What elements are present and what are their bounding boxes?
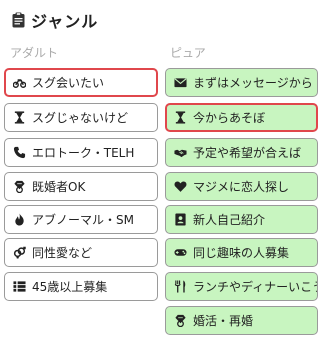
pure-column-label: ピュア: [170, 46, 206, 60]
genre-button-shinjin-shoukai[interactable]: 新人自己紹介: [165, 205, 318, 234]
page-title: ジャンル: [31, 12, 99, 31]
genre-button-label: 今からあそぼ: [193, 111, 266, 125]
genre-button-sugu-aitai[interactable]: スグ会いたい: [4, 68, 158, 97]
phone-icon: [13, 146, 26, 159]
genre-button-abnormal[interactable]: アブノーマル・SM: [4, 205, 158, 234]
genre-button-label: アブノーマル・SM: [32, 213, 134, 227]
genre-button-label: エロトーク・TELH: [32, 146, 135, 160]
clipboard-icon: [12, 12, 25, 28]
flame-icon: [13, 213, 26, 226]
list-icon: [13, 280, 26, 293]
genre-button-message-first[interactable]: まずはメッセージから: [165, 68, 318, 97]
genre-button-45-over[interactable]: 45歳以上募集: [4, 272, 158, 301]
genre-button-kikonsha[interactable]: 既婚者OK: [4, 172, 158, 201]
gamepad-icon: [174, 246, 187, 259]
genre-button-ima-kara-asobo[interactable]: 今からあそぼ: [165, 103, 318, 132]
genre-button-label: 予定や希望が合えば: [193, 146, 302, 160]
genre-button-onaji-shumi[interactable]: 同じ趣味の人募集: [165, 238, 318, 267]
genre-button-lunch-dinner[interactable]: ランチやディナーいこう: [165, 272, 318, 301]
genre-button-label: ランチやディナーいこう: [193, 280, 318, 294]
genre-button-yotei-kibou[interactable]: 予定や希望が合えば: [165, 138, 318, 167]
genre-button-label: 同じ趣味の人募集: [193, 246, 290, 260]
genre-button-ero-talk[interactable]: エロトーク・TELH: [4, 138, 158, 167]
diamond-ring-icon: [174, 314, 187, 327]
genre-button-majime-koibito[interactable]: マジメに恋人探し: [165, 172, 318, 201]
genre-button-label: まずはメッセージから: [193, 76, 313, 90]
utensils-icon: [174, 280, 187, 293]
genre-button-label: 新人自己紹介: [193, 213, 266, 227]
genre-button-label: マジメに恋人探し: [193, 180, 290, 194]
genre-header: ジャンル: [12, 8, 98, 32]
motorcycle-icon: [13, 76, 26, 89]
hourglass-icon: [174, 111, 187, 124]
diamond-ring-icon: [13, 180, 26, 193]
hourglass-icon: [13, 111, 26, 124]
adult-column-label: アダルト: [10, 46, 59, 60]
genre-button-label: 同性愛など: [32, 246, 93, 260]
genre-button-label: 既婚者OK: [32, 180, 86, 194]
genre-button-label: スグじゃないけど: [32, 111, 129, 125]
envelope-icon: [174, 76, 187, 89]
genre-button-sugu-janai[interactable]: スグじゃないけど: [4, 103, 158, 132]
id-card-icon: [174, 213, 187, 226]
genre-button-konkatsu[interactable]: 婚活・再婚: [165, 306, 318, 335]
handshake-icon: [174, 146, 187, 159]
genre-button-label: 婚活・再婚: [193, 314, 254, 328]
heart-icon: [174, 180, 187, 193]
genre-button-label: 45歳以上募集: [32, 280, 108, 294]
venus-mars-icon: [13, 246, 26, 259]
genre-button-label: スグ会いたい: [32, 76, 105, 90]
genre-button-douseiai[interactable]: 同性愛など: [4, 238, 158, 267]
